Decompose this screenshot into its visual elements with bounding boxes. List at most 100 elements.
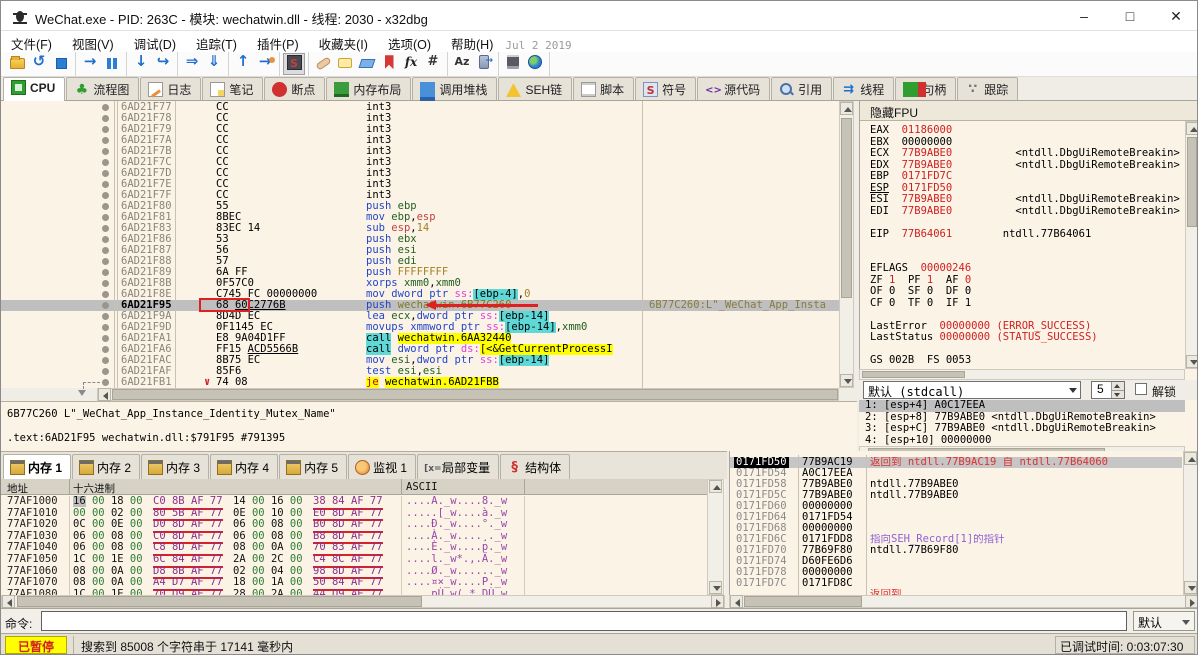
scroll-left-button[interactable] bbox=[98, 388, 111, 401]
tab-dump-1[interactable]: 内存 1 bbox=[3, 454, 72, 479]
register-line[interactable]: EDI 77B9ABE0 <ntdll.DbgUiRemoteBreakin> bbox=[870, 205, 1180, 218]
maximize-button[interactable]: □ bbox=[1107, 1, 1153, 31]
tab-cpu[interactable]: CPU bbox=[3, 77, 66, 101]
command-input[interactable] bbox=[41, 611, 1127, 631]
step-into-button[interactable] bbox=[130, 53, 152, 75]
menu-item-debug[interactable]: 调试(D) bbox=[124, 31, 186, 52]
hash-button[interactable] bbox=[422, 53, 444, 75]
stack-panel[interactable]: 0171FD50 77B9AC19 返回到 ntdll.77B9AC19 自 ntd… bbox=[729, 451, 1197, 608]
restart-button[interactable] bbox=[28, 53, 50, 75]
tab-dump-4[interactable]: 内存 4 bbox=[210, 454, 279, 479]
scroll-down-button[interactable] bbox=[1186, 355, 1197, 368]
tab-call-stack[interactable]: 调用堆栈 bbox=[412, 77, 498, 100]
registers-hscrollbar[interactable] bbox=[859, 369, 1185, 380]
breakpoint-dot[interactable] bbox=[102, 214, 109, 221]
tab-source[interactable]: 源代码 bbox=[697, 77, 771, 100]
breakpoint-dot[interactable] bbox=[102, 115, 109, 122]
breakpoint-dot[interactable] bbox=[102, 280, 109, 287]
register-list[interactable]: EAX 01186000 EBX 00000000 ECX 77B9ABE0 <nt… bbox=[870, 125, 1184, 369]
menu-item-favourites[interactable]: 收藏夹(I) bbox=[309, 31, 378, 52]
breakpoint-dot[interactable] bbox=[102, 302, 109, 309]
memory-dump-panel[interactable]: 地址 十六进制 ASCII 77AF1000 16 00 18 00 C0 8B A… bbox=[1, 479, 725, 612]
run-button[interactable] bbox=[79, 53, 101, 75]
step-over-button[interactable] bbox=[152, 53, 174, 75]
disassembly-panel[interactable]: 6AD21F77 CC int3 6AD21F78 CC int3 6AD21F79 CC in… bbox=[1, 101, 839, 388]
tab-symbols[interactable]: 符号 bbox=[635, 77, 697, 100]
disassembly-vscrollbar[interactable] bbox=[839, 101, 854, 388]
stepper-up-button[interactable] bbox=[1111, 382, 1124, 390]
menu-item-plugins[interactable]: 插件(P) bbox=[247, 31, 309, 52]
tab-notes[interactable]: 笔记 bbox=[202, 77, 264, 100]
scroll-right-button[interactable] bbox=[1185, 595, 1197, 608]
menu-item-options[interactable]: 选项(O) bbox=[378, 31, 441, 52]
breakpoint-dot[interactable] bbox=[102, 181, 109, 188]
breakpoint-dot[interactable] bbox=[102, 368, 109, 375]
breakpoint-dot[interactable] bbox=[102, 203, 109, 210]
register-line[interactable]: CF 0 TF 0 IF 1 bbox=[870, 297, 971, 310]
tab-locals[interactable]: 局部变量 bbox=[417, 454, 500, 479]
tab-threads[interactable]: 线程 bbox=[833, 77, 895, 100]
tab-log[interactable]: 日志 bbox=[140, 77, 202, 100]
scroll-left-button[interactable] bbox=[730, 595, 743, 608]
argument-row[interactable]: 3: [esp+C] 77B9ABE0 <ntdll.DbgUiRemoteBr… bbox=[859, 422, 1185, 435]
breakpoint-dot[interactable] bbox=[102, 170, 109, 177]
bookmark-button[interactable] bbox=[378, 53, 400, 75]
tab-dump-2[interactable]: 内存 2 bbox=[72, 454, 141, 479]
az-button[interactable] bbox=[451, 53, 473, 75]
label-button[interactable] bbox=[356, 53, 378, 75]
patch-button[interactable] bbox=[312, 53, 334, 75]
trace-into-button[interactable] bbox=[181, 53, 203, 75]
breakpoint-dot[interactable] bbox=[102, 148, 109, 155]
scroll-thumb[interactable] bbox=[862, 371, 965, 378]
breakpoint-dot[interactable] bbox=[102, 137, 109, 144]
scroll-left-button[interactable] bbox=[2, 595, 15, 608]
breakpoint-dot[interactable] bbox=[102, 379, 109, 386]
breakpoint-dot[interactable] bbox=[102, 126, 109, 133]
argument-row[interactable]: 4: [esp+10] 00000000 bbox=[859, 434, 1185, 447]
scroll-down-button[interactable] bbox=[1184, 581, 1197, 594]
calling-convention-select[interactable]: 默认 (stdcall) bbox=[863, 381, 1081, 399]
register-line[interactable]: LastStatus 00000000 (STATUS_SUCCESS) bbox=[870, 331, 1098, 344]
scroll-up-button[interactable] bbox=[840, 102, 853, 115]
menu-item-help[interactable]: 帮助(H) bbox=[441, 31, 503, 52]
tab-watch-1[interactable]: 监视 1 bbox=[348, 454, 417, 479]
command-profile-select[interactable]: 默认 bbox=[1133, 611, 1195, 631]
fx-button[interactable] bbox=[400, 53, 422, 75]
breakpoint-dot[interactable] bbox=[102, 236, 109, 243]
stack-vscrollbar[interactable] bbox=[1183, 451, 1197, 595]
breakpoint-dot[interactable] bbox=[102, 357, 109, 364]
register-line[interactable]: EIP 77B64061 ntdll.77B64061 bbox=[870, 228, 1091, 241]
seh-s-button[interactable] bbox=[283, 53, 305, 75]
scroll-down-button[interactable] bbox=[840, 374, 853, 387]
tab-dump-3[interactable]: 内存 3 bbox=[141, 454, 210, 479]
scroll-up-button[interactable] bbox=[709, 480, 722, 493]
tab-breakpoints[interactable]: 断点 bbox=[264, 77, 326, 100]
scroll-thumb[interactable] bbox=[17, 596, 422, 607]
menu-item-file[interactable]: 文件(F) bbox=[1, 31, 62, 52]
argument-row[interactable]: 1: [esp+4] A0C17EEA bbox=[859, 400, 1185, 412]
minimize-button[interactable]: – bbox=[1061, 1, 1107, 31]
menu-item-trace[interactable]: 追踪(T) bbox=[186, 31, 247, 52]
call-arguments-list[interactable]: 1: [esp+4] A0C17EEA 2: [esp+8] 77B9ABE0 <… bbox=[859, 400, 1185, 446]
breakpoint-dot[interactable] bbox=[102, 104, 109, 111]
breakpoint-dot[interactable] bbox=[102, 346, 109, 353]
calculator-button[interactable] bbox=[502, 53, 524, 75]
open-folder-button[interactable] bbox=[6, 53, 28, 75]
scroll-up-button[interactable] bbox=[1186, 122, 1197, 135]
menu-item-view[interactable]: 视图(V) bbox=[62, 31, 124, 52]
dump-hscrollbar[interactable] bbox=[1, 595, 725, 608]
scroll-thumb[interactable] bbox=[841, 118, 852, 298]
tab-seh-chain[interactable]: SEH链 bbox=[498, 77, 573, 100]
globe-button[interactable] bbox=[524, 53, 546, 75]
trace-over-button[interactable] bbox=[203, 53, 225, 75]
tab-dump-5[interactable]: 内存 5 bbox=[279, 454, 348, 479]
breakpoint-dot[interactable] bbox=[102, 324, 109, 331]
breakpoint-dot[interactable] bbox=[102, 335, 109, 342]
breakpoint-dot[interactable] bbox=[102, 192, 109, 199]
tab-references[interactable]: 引用 bbox=[771, 77, 833, 100]
breakpoint-dot[interactable] bbox=[102, 313, 109, 320]
stop-button[interactable] bbox=[50, 53, 72, 75]
scroll-thumb[interactable] bbox=[1187, 137, 1197, 227]
depth-stepper[interactable]: 5 bbox=[1091, 381, 1125, 399]
pause-button[interactable] bbox=[101, 53, 123, 75]
